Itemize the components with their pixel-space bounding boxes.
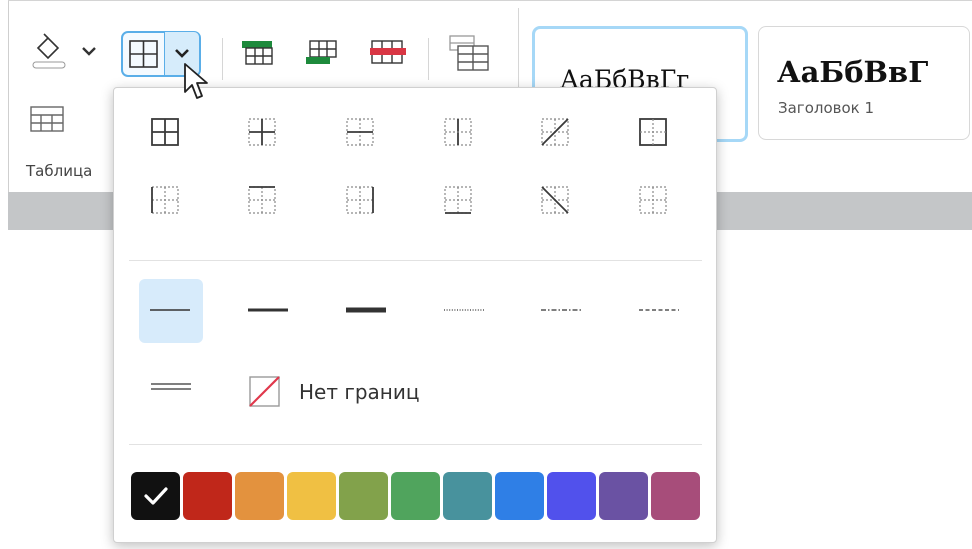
bottom-border-icon[interactable] [444,186,472,214]
fill-bucket-icon [32,33,66,69]
menu-divider [129,260,702,261]
color-swatch[interactable] [495,472,544,520]
color-swatch[interactable] [547,472,596,520]
inner-borders-icon[interactable] [248,118,276,146]
color-swatch[interactable] [391,472,440,520]
ribbon-top-border [8,0,972,1]
inner-vertical-icon[interactable] [444,118,472,146]
toolbar-separator [428,38,429,80]
color-swatch[interactable] [339,472,388,520]
fill-color-dropdown-arrow[interactable] [80,44,98,58]
table-properties-icon [449,35,489,71]
table-grid-button[interactable] [28,104,68,134]
diagonal-up-icon[interactable] [541,118,569,146]
borders-icon-wrap [128,38,160,70]
borders-button-divider [164,32,165,75]
no-borders-preset-icon[interactable] [639,186,667,214]
inner-horizontal-icon[interactable] [346,118,374,146]
line-style-double[interactable] [151,383,191,390]
chevron-down-icon [175,49,189,58]
chevron-down-icon [82,47,96,56]
fill-color-button[interactable] [30,30,74,72]
color-swatch[interactable] [131,472,180,520]
toolbar-separator [222,38,223,80]
no-borders-label: Нет границ [299,380,420,404]
insert-row-above-icon [242,41,273,65]
group-label-table: Таблица [26,162,93,180]
color-palette [131,472,703,520]
diagonal-down-icon[interactable] [541,186,569,214]
style-heading-1[interactable]: АаБбВвГ Заголовок 1 [758,26,970,140]
color-swatch[interactable] [443,472,492,520]
color-swatch[interactable] [235,472,284,520]
mouse-cursor-icon [184,63,208,99]
delete-row-icon [370,40,406,64]
color-swatch[interactable] [287,472,336,520]
menu-divider [129,444,702,445]
all-borders-icon[interactable] [151,118,179,146]
top-border-icon[interactable] [248,186,276,214]
color-swatch[interactable] [599,472,648,520]
border-presets-grid [151,118,667,214]
color-swatch[interactable] [651,472,700,520]
color-swatch[interactable] [183,472,232,520]
style-sample: АаБбВвГ [777,55,929,89]
no-borders-option[interactable]: Нет границ [244,370,484,414]
left-border-icon[interactable] [151,186,179,214]
insert-row-below-button[interactable] [304,38,344,68]
borders-chevron [173,47,191,61]
right-border-icon[interactable] [346,186,374,214]
all-borders-icon [129,40,158,68]
no-inner-icon[interactable] [639,118,667,146]
insert-row-below-icon [306,40,337,64]
table-grid-icon [30,106,64,132]
style-name: Заголовок 1 [778,99,875,117]
delete-row-button[interactable] [368,38,408,68]
checkmark-icon [144,487,168,505]
no-borders-icon [249,376,280,407]
insert-row-above-button[interactable] [240,38,280,68]
table-properties-button[interactable] [446,34,490,74]
